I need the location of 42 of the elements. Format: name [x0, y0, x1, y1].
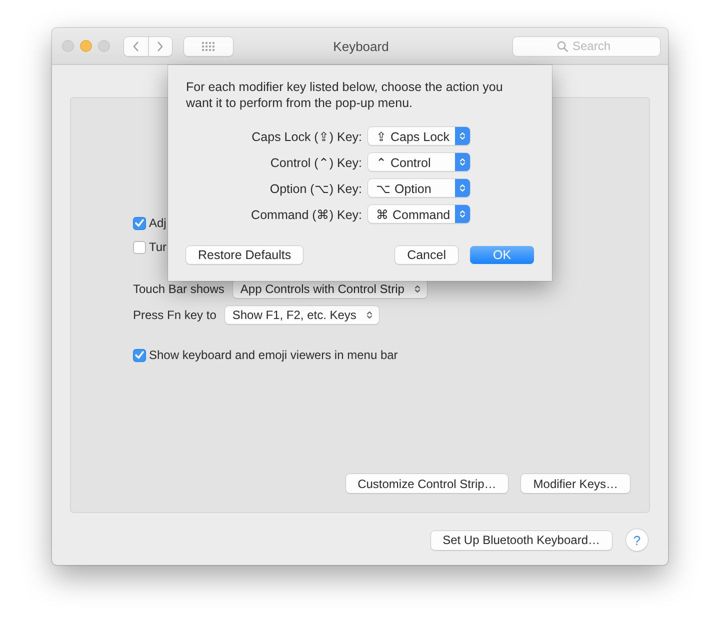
stepper-icon — [455, 153, 470, 171]
checkbox[interactable] — [133, 216, 146, 230]
checkmark-icon — [135, 351, 144, 359]
bluetooth-setup-button[interactable]: Set Up Bluetooth Keyboard… — [430, 530, 612, 550]
checkbox-label: Adj — [149, 216, 166, 230]
checkbox-label: Show keyboard and emoji viewers in menu bar — [149, 348, 398, 362]
dialog-button[interactable]: Cancel — [395, 246, 458, 264]
modifier-key-label: Caps Lock (⇪) Key: — [250, 128, 362, 144]
popup-label: Touch Bar shows — [133, 282, 224, 296]
modifier-key-label: Command (⌘) Key: — [250, 206, 362, 222]
checkbox[interactable] — [133, 240, 146, 254]
back-chevron-icon[interactable] — [132, 40, 139, 52]
key-action-popup[interactable]: ⌥ Option — [368, 179, 470, 197]
zoom-icon[interactable] — [98, 40, 110, 52]
popup-label: Press Fn key to — [133, 308, 216, 322]
close-icon[interactable] — [62, 40, 74, 52]
stepper-icon — [455, 127, 470, 145]
dialog-button[interactable]: Restore Defaults — [186, 246, 304, 264]
key-action-popup[interactable]: ⌃ Control — [368, 153, 470, 171]
key-action-popup[interactable]: ⌘ Command — [368, 205, 470, 223]
popup-menu[interactable]: App Controls with Control Strip — [233, 280, 428, 298]
sheet-message: For each modifier key listed below, choose the action you want it to perform from the pop-up menu. — [186, 79, 504, 111]
key-action-popup[interactable]: ⇪ Caps Lock — [368, 127, 470, 145]
panel-button[interactable]: Modifier Keys… — [521, 474, 630, 493]
modifier-key-label: Control (⌃) Key: — [269, 154, 362, 170]
forward-chevron-icon[interactable] — [157, 40, 164, 52]
popup-menu[interactable]: Show F1, F2, etc. Keys — [225, 306, 380, 324]
search-field[interactable]: Search — [513, 36, 660, 56]
show-all-button[interactable] — [184, 36, 233, 56]
grid-icon — [202, 42, 215, 50]
search-icon — [557, 40, 568, 52]
minimize-icon[interactable] — [80, 40, 92, 52]
stepper-icon — [455, 205, 470, 223]
updown-chevron-icon — [366, 310, 374, 320]
stepper-icon — [455, 179, 470, 197]
checkmark-icon — [135, 219, 144, 227]
checkbox-label: Tur — [149, 240, 167, 254]
checkbox[interactable] — [133, 348, 146, 362]
window-title: Keyboard — [333, 38, 389, 54]
panel-button[interactable]: Customize Control Strip… — [346, 474, 508, 493]
modifier-key-label: Option (⌥) Key: — [268, 180, 362, 196]
updown-chevron-icon — [414, 284, 422, 294]
